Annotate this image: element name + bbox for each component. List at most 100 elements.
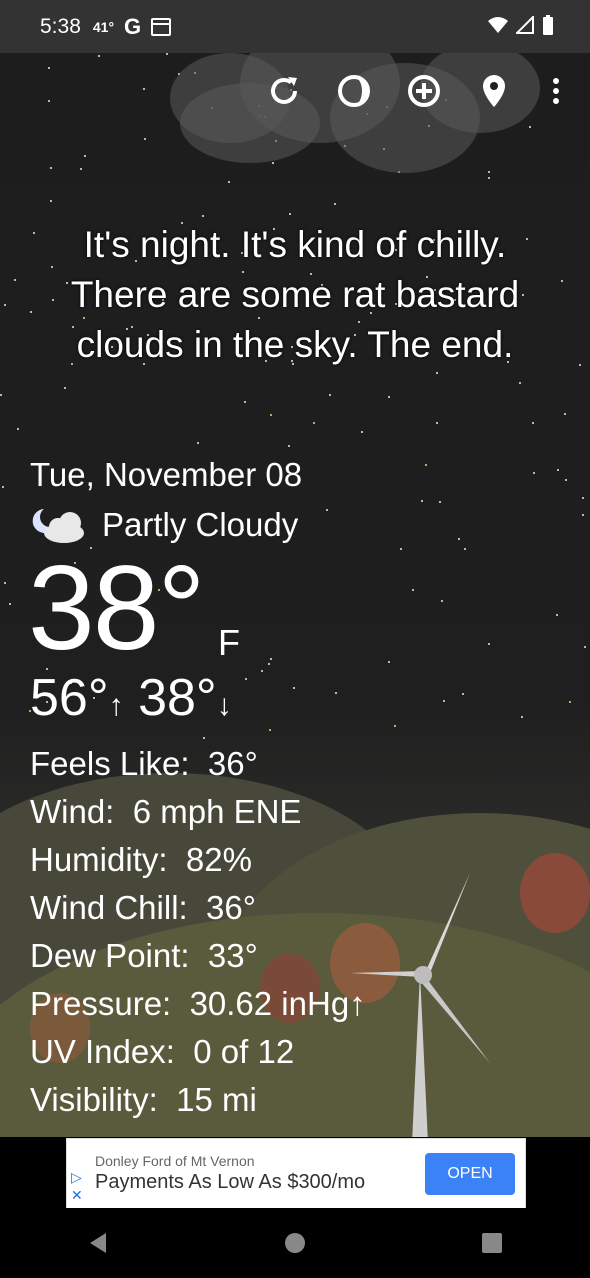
star — [400, 548, 402, 550]
partly-cloudy-night-icon — [32, 509, 84, 543]
narrative-line: It's night. It's kind of chilly. — [83, 224, 507, 265]
star — [436, 372, 438, 374]
star — [50, 167, 52, 169]
battery-icon — [543, 15, 553, 35]
up-arrow-icon: ↑ — [108, 689, 124, 722]
high-temperature: 56° — [30, 669, 109, 727]
detail-value: 36° — [207, 745, 258, 782]
star — [462, 693, 464, 695]
current-temperature: 38° — [28, 541, 205, 675]
ad-advertiser: Donley Ford of Mt Vernon — [95, 1153, 255, 1169]
narrative-line: There are some rat bastard — [70, 274, 520, 315]
star — [4, 304, 6, 306]
detail-label: Wind Chill: — [30, 889, 188, 926]
home-icon[interactable] — [265, 1213, 325, 1273]
detail-label: UV Index: — [30, 1033, 175, 1070]
high-low: 56°↑ 38°↓ — [30, 668, 232, 728]
star — [272, 162, 274, 164]
star — [519, 382, 521, 384]
status-bar: 5:38 41° G — [0, 0, 590, 53]
star — [14, 279, 16, 281]
star — [288, 445, 290, 447]
star — [329, 394, 331, 396]
star — [533, 472, 535, 474]
detail-value: 30.62 inHg↑ — [189, 985, 366, 1022]
star — [270, 658, 272, 660]
detail-value: 6 mph ENE — [132, 793, 302, 830]
star — [564, 413, 566, 415]
star — [48, 67, 50, 69]
google-icon: G — [124, 13, 142, 39]
add-location-icon[interactable] — [406, 73, 442, 109]
star — [166, 53, 168, 55]
status-temperature: 41° — [92, 18, 115, 35]
star — [335, 692, 337, 694]
star — [388, 396, 390, 398]
location-pin-icon[interactable] — [476, 73, 512, 109]
detail-label: Visibility: — [30, 1081, 158, 1118]
star — [293, 687, 295, 689]
star — [529, 126, 531, 128]
star — [48, 100, 50, 102]
star — [458, 538, 460, 540]
detail-label: Pressure: — [30, 985, 172, 1022]
ad-close-icon[interactable]: ✕ — [71, 1187, 83, 1204]
detail-value: 82% — [185, 841, 252, 878]
star — [582, 514, 584, 516]
detail-value: 15 mi — [176, 1081, 257, 1118]
detail-value: 36° — [206, 889, 256, 926]
autumn-tree — [520, 853, 590, 933]
navigation-bar — [0, 1208, 590, 1278]
more-menu-icon[interactable] — [546, 73, 566, 109]
star — [143, 88, 145, 90]
ad-banner[interactable]: ▷ ✕ Donley Ford of Mt Vernon Payments As… — [66, 1138, 526, 1210]
low-temperature: 38° — [138, 669, 217, 727]
star — [202, 215, 204, 217]
weather-narrative: It's night. It's kind of chilly. There a… — [20, 220, 570, 370]
star — [269, 729, 271, 731]
moon-phase-icon[interactable] — [336, 73, 372, 109]
down-arrow-icon: ↓ — [216, 689, 232, 722]
detail-label: Dew Point: — [30, 937, 190, 974]
star — [0, 394, 2, 396]
temperature-unit: F — [218, 622, 240, 663]
ad-open-button[interactable]: OPEN — [425, 1153, 515, 1195]
star — [521, 716, 523, 718]
star — [289, 213, 291, 215]
status-time: 5:38 — [40, 14, 81, 38]
star — [244, 401, 246, 403]
star — [569, 701, 571, 703]
back-icon[interactable] — [68, 1213, 128, 1273]
detail-humidity: Humidity: 82% — [30, 836, 366, 884]
star — [261, 670, 263, 672]
star — [557, 469, 559, 471]
star — [2, 486, 4, 488]
refresh-icon[interactable] — [266, 73, 302, 109]
star — [584, 646, 586, 648]
ad-choices-icon[interactable]: ▷ — [71, 1169, 82, 1186]
star — [556, 614, 558, 616]
star — [17, 428, 19, 430]
star — [50, 200, 52, 202]
detail-value: 0 of 12 — [193, 1033, 295, 1070]
star — [394, 725, 396, 727]
star — [313, 422, 315, 424]
star — [582, 497, 584, 499]
star — [326, 509, 328, 511]
star — [441, 600, 443, 602]
star — [412, 589, 414, 591]
calendar-icon — [151, 17, 172, 36]
forecast-date: Tue, November 08 — [30, 456, 303, 493]
detail-label: Feels Like: — [30, 745, 190, 782]
detail-dew-point: Dew Point: 33° — [30, 932, 366, 980]
star — [228, 181, 230, 183]
star — [439, 501, 441, 503]
detail-feels-like: Feels Like: 36° — [30, 740, 366, 788]
star — [532, 422, 534, 424]
star — [565, 479, 567, 481]
detail-wind: Wind: 6 mph ENE — [30, 788, 366, 836]
star — [488, 643, 490, 645]
recents-icon[interactable] — [462, 1213, 522, 1273]
star — [203, 737, 205, 739]
star — [98, 55, 100, 57]
